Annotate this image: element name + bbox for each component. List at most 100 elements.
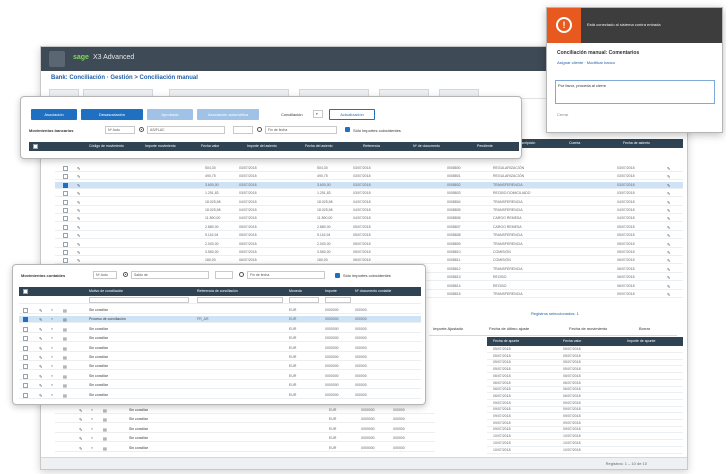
document-icon[interactable]: ▤ bbox=[63, 346, 67, 351]
table-row[interactable]: ✎ ≡ ▤ Sin conciliar EUR 0000000 000000 bbox=[55, 416, 435, 424]
edit-icon[interactable]: ✎ bbox=[667, 275, 670, 280]
column-header[interactable]: Pendiente bbox=[477, 144, 493, 148]
table-row[interactable]: ✎ ≡ ▤ Sin conciliar EUR 0000000 000000 bbox=[55, 407, 435, 414]
edit-icon[interactable]: ✎ bbox=[39, 308, 42, 313]
close-link[interactable]: Cerrar bbox=[557, 112, 568, 117]
row-checkbox[interactable] bbox=[23, 317, 28, 323]
row-checkbox[interactable] bbox=[63, 233, 68, 239]
edit-icon[interactable]: ✎ bbox=[39, 327, 42, 332]
edit-icon[interactable]: ✎ bbox=[667, 191, 670, 196]
matching-amounts-checkbox[interactable] bbox=[345, 127, 350, 132]
edit-icon[interactable]: ✎ bbox=[667, 166, 670, 171]
table-row[interactable]: 10/07/2018 10/07/2018 bbox=[487, 441, 683, 447]
edit-icon[interactable]: ✎ bbox=[667, 242, 670, 247]
table-row[interactable]: ✎ 490,75 03/07/2018 490,75 03/07/2018 0008801… bbox=[55, 173, 683, 181]
option-b-field[interactable]: Fin de fecha bbox=[247, 271, 325, 279]
document-icon[interactable]: ▤ bbox=[63, 308, 67, 313]
table-row[interactable]: ✎ ≡ ▤ Sin conciliar EUR 0000000 000000 bbox=[19, 335, 421, 343]
edit-icon[interactable]: ✎ bbox=[79, 417, 82, 422]
column-header[interactable]: Fecha de apunte bbox=[493, 339, 519, 343]
table-row[interactable]: ✎ 3.600,00 03/07/2018 3.600,00 03/07/2018 000… bbox=[55, 181, 683, 189]
notification-link[interactable]: Asignar cliente · Modificar banco bbox=[557, 60, 615, 65]
edit-icon[interactable]: ✎ bbox=[667, 183, 670, 188]
edit-icon[interactable]: ✎ bbox=[77, 225, 80, 230]
table-row[interactable]: ✎ ≡ ▤ Sin conciliar EUR 0000000 000000 bbox=[19, 373, 421, 380]
edit-icon[interactable]: ✎ bbox=[667, 208, 670, 213]
table-row[interactable]: ✎ 2.880,00 05/07/2018 2.880,00 05/07/2018 000… bbox=[55, 224, 683, 231]
edit-icon[interactable]: ✎ bbox=[79, 446, 82, 451]
table-row[interactable]: 06/07/2018 06/07/2018 bbox=[487, 381, 683, 387]
edit-icon[interactable]: ✎ bbox=[39, 383, 42, 388]
tab-last-adjustment[interactable]: Fecha de último ajuste bbox=[489, 326, 529, 331]
document-icon[interactable]: ▤ bbox=[63, 327, 67, 332]
row-checkbox[interactable] bbox=[23, 308, 28, 313]
table-row[interactable]: 05/07/2018 05/07/2018 bbox=[487, 354, 683, 360]
edit-icon[interactable]: ✎ bbox=[77, 191, 80, 196]
associate-button[interactable]: Asociación bbox=[31, 109, 77, 120]
table-row[interactable]: 09/07/2018 09/07/2018 bbox=[487, 407, 683, 414]
table-row[interactable]: ✎ ≡ ▤ Sin conciliar EUR 0000000 000000 bbox=[19, 363, 421, 371]
option-radio-a[interactable] bbox=[123, 272, 128, 277]
table-row[interactable]: ✎ 3.560,00 05/07/2018 3.560,00 05/07/2018 000… bbox=[55, 249, 683, 256]
column-header[interactable]: Moneda bbox=[289, 289, 302, 293]
table-row[interactable]: ✎ 1.251,83 03/07/2018 1.251,83 03/07/2018 000… bbox=[55, 190, 683, 198]
table-row[interactable]: ✎ ≡ ▤ Sin conciliar EUR 0000000 000000 bbox=[19, 326, 421, 333]
select-all-checkbox[interactable] bbox=[23, 289, 28, 294]
option-radio-b[interactable] bbox=[257, 127, 262, 132]
table-row[interactable]: ✎ ≡ ▤ Sin conciliar EUR 0000000 000000 bbox=[55, 426, 435, 433]
edit-icon[interactable]: ✎ bbox=[79, 427, 82, 432]
row-checkbox[interactable] bbox=[63, 241, 68, 247]
table-row[interactable]: ✎ 18.025,58 04/07/2018 18.025,58 04/07/2018 0… bbox=[55, 199, 683, 206]
edit-icon[interactable]: ✎ bbox=[79, 436, 82, 441]
comment-textarea[interactable]: Por favor, proceda al cierre bbox=[555, 80, 715, 104]
table-row[interactable]: ✎ ≡ ▤ Sin conciliar EUR 0000000 000000 bbox=[19, 392, 421, 399]
edit-icon[interactable]: ✎ bbox=[667, 216, 670, 221]
edit-icon[interactable]: ✎ bbox=[39, 346, 42, 351]
edit-icon[interactable]: ✎ bbox=[667, 284, 670, 289]
table-row[interactable]: ✎ ≡ ▤ Sin conciliar EUR 0000000 000000 bbox=[19, 345, 421, 352]
edit-icon[interactable]: ✎ bbox=[77, 250, 80, 255]
edit-icon[interactable]: ✎ bbox=[79, 408, 82, 413]
edit-icon[interactable]: ✎ bbox=[77, 216, 80, 221]
table-row[interactable]: ✎ ≡ ▤ Sin conciliar EUR 0000000 000000 bbox=[19, 382, 421, 390]
row-checkbox[interactable] bbox=[63, 250, 68, 255]
range-field[interactable] bbox=[233, 126, 253, 134]
column-header[interactable]: Nº de documento bbox=[413, 144, 440, 148]
document-icon[interactable]: ▤ bbox=[63, 317, 67, 322]
edit-icon[interactable]: ✎ bbox=[77, 242, 80, 247]
filter-input[interactable] bbox=[89, 297, 189, 303]
table-row[interactable]: 10/07/2018 10/07/2018 bbox=[487, 448, 683, 454]
edit-icon[interactable]: ✎ bbox=[77, 200, 80, 205]
option-radio-b[interactable] bbox=[239, 272, 244, 277]
filter-input[interactable] bbox=[289, 297, 319, 303]
edit-icon[interactable]: ✎ bbox=[667, 200, 670, 205]
app-menu-icon[interactable] bbox=[49, 51, 65, 67]
table-row[interactable]: 06/07/2018 06/07/2018 bbox=[487, 374, 683, 380]
column-header[interactable]: Referencia de conciliación bbox=[197, 289, 238, 293]
tab-delete[interactable]: Borrar bbox=[639, 326, 650, 331]
document-icon[interactable]: ▤ bbox=[63, 374, 67, 379]
edit-icon[interactable]: ✎ bbox=[39, 364, 42, 369]
select-all-checkbox[interactable] bbox=[33, 144, 38, 149]
row-checkbox[interactable] bbox=[23, 345, 28, 351]
row-checkbox[interactable] bbox=[23, 336, 28, 342]
document-icon[interactable]: ▤ bbox=[63, 393, 67, 398]
refresh-button[interactable]: Actualización bbox=[329, 109, 375, 120]
edit-icon[interactable]: ✎ bbox=[77, 208, 80, 213]
row-checkbox[interactable] bbox=[63, 216, 68, 222]
document-icon[interactable]: ▤ bbox=[63, 355, 67, 360]
table-row[interactable]: 09/07/2018 09/07/2018 bbox=[487, 427, 683, 434]
table-row[interactable]: ✎ ≡ ▤ Proceso de conciliación FR_AR EUR 000000… bbox=[19, 316, 421, 324]
dissociate-button[interactable]: Desasociación bbox=[81, 109, 143, 120]
option-a-field[interactable]: AS/FLAC bbox=[147, 126, 225, 134]
matching-amounts-checkbox[interactable] bbox=[335, 273, 340, 278]
row-checkbox[interactable] bbox=[63, 191, 68, 197]
edit-icon[interactable]: ✎ bbox=[77, 183, 80, 188]
edit-icon[interactable]: ✎ bbox=[39, 374, 42, 379]
edit-icon[interactable]: ✎ bbox=[77, 258, 80, 263]
column-header[interactable]: Fecha del asiento bbox=[305, 144, 333, 148]
column-header[interactable]: Fecha de asiento bbox=[623, 141, 650, 145]
table-row[interactable]: ✎ 504,30 03/07/2018 504,30 03/07/2018 0008800… bbox=[55, 165, 683, 172]
edit-icon[interactable]: ✎ bbox=[667, 225, 670, 230]
auto-number-field[interactable]: Nº Auto bbox=[105, 126, 135, 134]
